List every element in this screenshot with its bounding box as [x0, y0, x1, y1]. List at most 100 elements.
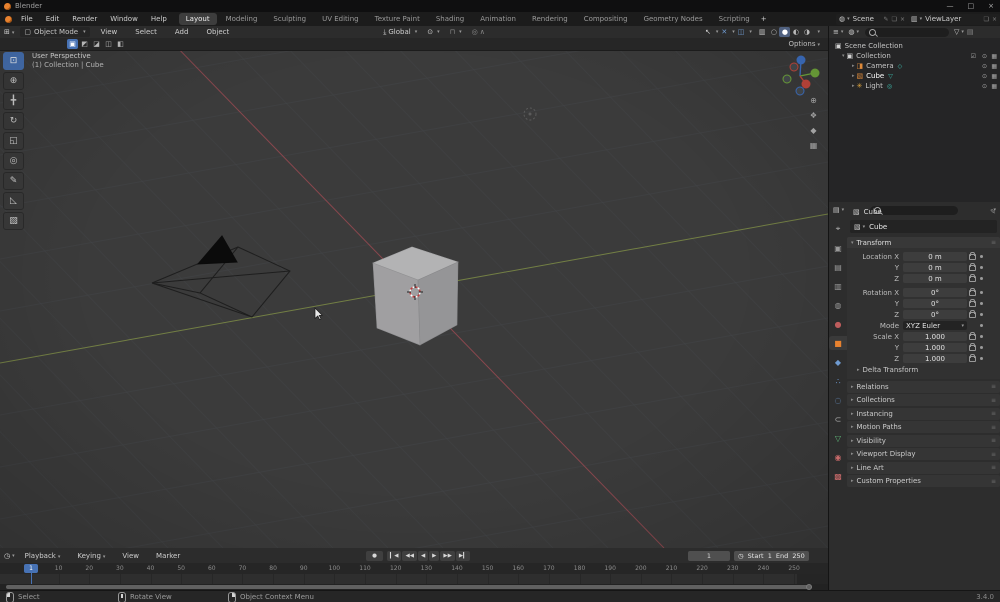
- hide-eye-icon[interactable]: ⊙: [982, 73, 987, 80]
- shading-mode-button[interactable]: ◐: [790, 27, 801, 37]
- value-field[interactable]: 0°: [903, 310, 967, 319]
- outliner-item-label[interactable]: Camera: [866, 62, 893, 70]
- viewport-nav-icon[interactable]: ▦: [807, 139, 820, 151]
- shading-mode-button[interactable]: ○: [768, 27, 779, 37]
- viewport-menu-item[interactable]: View: [97, 28, 122, 36]
- disable-in-renders-icon[interactable]: ▦: [991, 73, 997, 80]
- value-field[interactable]: 0 m: [903, 252, 967, 261]
- properties-tab[interactable]: ▤: [829, 260, 847, 274]
- mode-selector[interactable]: ▢ Object Mode ▾: [20, 27, 90, 37]
- add-workspace-button[interactable]: +: [757, 15, 771, 23]
- workspace-tab[interactable]: Animation: [473, 13, 523, 25]
- menu-item[interactable]: File: [17, 15, 37, 23]
- outliner-item-label[interactable]: Collection: [856, 52, 891, 60]
- viewport-3d[interactable]: User Perspective (1) Collection | Cube ⊡…: [0, 50, 828, 548]
- value-field[interactable]: 0°: [903, 299, 967, 308]
- blender-menu-icon[interactable]: [5, 15, 12, 23]
- animate-dot[interactable]: [977, 346, 985, 349]
- tool-button[interactable]: ╋: [3, 92, 24, 110]
- shading-mode-button[interactable]: ◑: [801, 27, 812, 37]
- light-object[interactable]: [523, 107, 537, 121]
- close-button[interactable]: ×: [988, 2, 994, 10]
- animate-dot[interactable]: [977, 324, 985, 327]
- menu-item[interactable]: Help: [147, 15, 171, 23]
- current-frame-field[interactable]: 1: [688, 550, 730, 561]
- snap-magnet-icon[interactable]: ⊓: [450, 28, 455, 36]
- xray-toggle-icon[interactable]: ▥: [759, 28, 766, 36]
- tool-button[interactable]: ✎: [3, 172, 24, 190]
- axis-x-ball[interactable]: [801, 79, 811, 89]
- transport-button[interactable]: ▶▶: [440, 550, 455, 561]
- panel-header[interactable]: ▸ Relations ≡: [847, 380, 1000, 393]
- animate-dot[interactable]: [977, 313, 985, 316]
- outliner-search-input[interactable]: [879, 27, 944, 37]
- exclude-checkbox[interactable]: ☑: [971, 53, 976, 60]
- overlays-icon[interactable]: ◫: [738, 28, 745, 36]
- proportional-editing-icon[interactable]: ◎: [472, 28, 478, 36]
- panel-header[interactable]: ▸ Viewport Display ≡: [847, 448, 1000, 460]
- workspace-tab[interactable]: Modeling: [219, 13, 265, 25]
- workspace-tab[interactable]: Sculpting: [266, 13, 313, 25]
- workspace-tab[interactable]: UV Editing: [315, 13, 366, 25]
- playhead[interactable]: [30, 572, 32, 584]
- value-field[interactable]: 0 m: [903, 263, 967, 272]
- menu-item[interactable]: Window: [106, 15, 142, 23]
- properties-tab[interactable]: ∴: [829, 374, 847, 388]
- falloff-curve-icon[interactable]: ∧: [480, 28, 485, 36]
- hide-eye-icon[interactable]: ⊙: [982, 83, 987, 90]
- panel-header[interactable]: ▸ Custom Properties ≡: [847, 475, 1000, 487]
- properties-tab[interactable]: ▣: [829, 241, 847, 255]
- expand-caret[interactable]: ▸: [852, 83, 855, 89]
- start-frame-field[interactable]: Start 1: [748, 552, 772, 560]
- pin-scene-icon[interactable]: ✎: [884, 16, 889, 23]
- animate-dot[interactable]: [977, 335, 985, 338]
- viewport-nav-icon[interactable]: ⊕: [807, 94, 820, 106]
- transport-button[interactable]: ◀◀: [402, 550, 417, 561]
- workspace-tab[interactable]: Shading: [429, 13, 471, 25]
- animate-dot[interactable]: [977, 291, 985, 294]
- lock-icon[interactable]: [967, 331, 977, 340]
- lock-icon[interactable]: [967, 298, 977, 307]
- timeline-scrollbar[interactable]: [6, 585, 812, 589]
- panel-header[interactable]: ▸ Collections ≡: [847, 394, 1000, 406]
- region-divider[interactable]: [828, 26, 829, 590]
- outliner-row[interactable]: ▣ Scene Collection: [829, 41, 1000, 51]
- animate-dot[interactable]: [977, 255, 985, 258]
- expand-caret[interactable]: ▸: [852, 63, 855, 69]
- axis-y-ball[interactable]: [810, 68, 820, 78]
- unlink-scene-icon[interactable]: ×: [900, 16, 905, 23]
- value-field[interactable]: 0 m: [903, 274, 967, 283]
- transport-button[interactable]: ▎◀: [387, 550, 402, 561]
- properties-tab[interactable]: ◍: [829, 298, 847, 312]
- viewport-menu-item[interactable]: Object: [202, 28, 233, 36]
- animate-dot[interactable]: [977, 302, 985, 305]
- transform-orientation[interactable]: Global: [388, 28, 410, 36]
- outliner-item-label[interactable]: Cube: [866, 72, 884, 80]
- workspace-tab[interactable]: Texture Paint: [368, 13, 427, 25]
- timeline-ruler[interactable]: 1 10 20 30 40 50 60 70 80 90 100 110 120 130 140 150 160…: [0, 563, 828, 574]
- tool-button[interactable]: ◺: [3, 192, 24, 210]
- axis-x-neg-ball[interactable]: [789, 62, 799, 72]
- show-gizmo-icon[interactable]: ✕: [721, 28, 727, 36]
- maximize-button[interactable]: □: [968, 2, 975, 10]
- workspace-tab[interactable]: Layout: [178, 13, 217, 25]
- timeline-menu-item[interactable]: Playback ▾: [21, 552, 65, 560]
- use-preview-range-icon[interactable]: ◷: [738, 552, 744, 560]
- workspace-tab[interactable]: Rendering: [525, 13, 575, 25]
- auto-keying-button[interactable]: ●: [366, 550, 383, 561]
- expand-caret[interactable]: ▾: [842, 53, 845, 59]
- properties-editor-icon[interactable]: ▤: [833, 206, 840, 214]
- lock-icon[interactable]: [967, 342, 977, 351]
- properties-tab[interactable]: ■: [829, 336, 847, 350]
- timeline-editor-icon[interactable]: ◷: [4, 552, 10, 560]
- shading-mode-button[interactable]: ●: [779, 27, 791, 37]
- transport-button[interactable]: ▶: [429, 550, 440, 561]
- scene-selector[interactable]: ◍ ▾ Scene ✎ ❏ ×: [836, 13, 908, 25]
- animate-dot[interactable]: [977, 357, 985, 360]
- properties-tab[interactable]: ▽: [829, 431, 847, 445]
- properties-tab[interactable]: ⊂: [829, 412, 847, 426]
- menu-item[interactable]: Edit: [42, 15, 64, 23]
- tool-button[interactable]: ◎: [3, 152, 24, 170]
- delta-transform-subpanel[interactable]: ▸ Delta Transform: [847, 364, 1000, 375]
- properties-tab[interactable]: ▩: [829, 469, 847, 483]
